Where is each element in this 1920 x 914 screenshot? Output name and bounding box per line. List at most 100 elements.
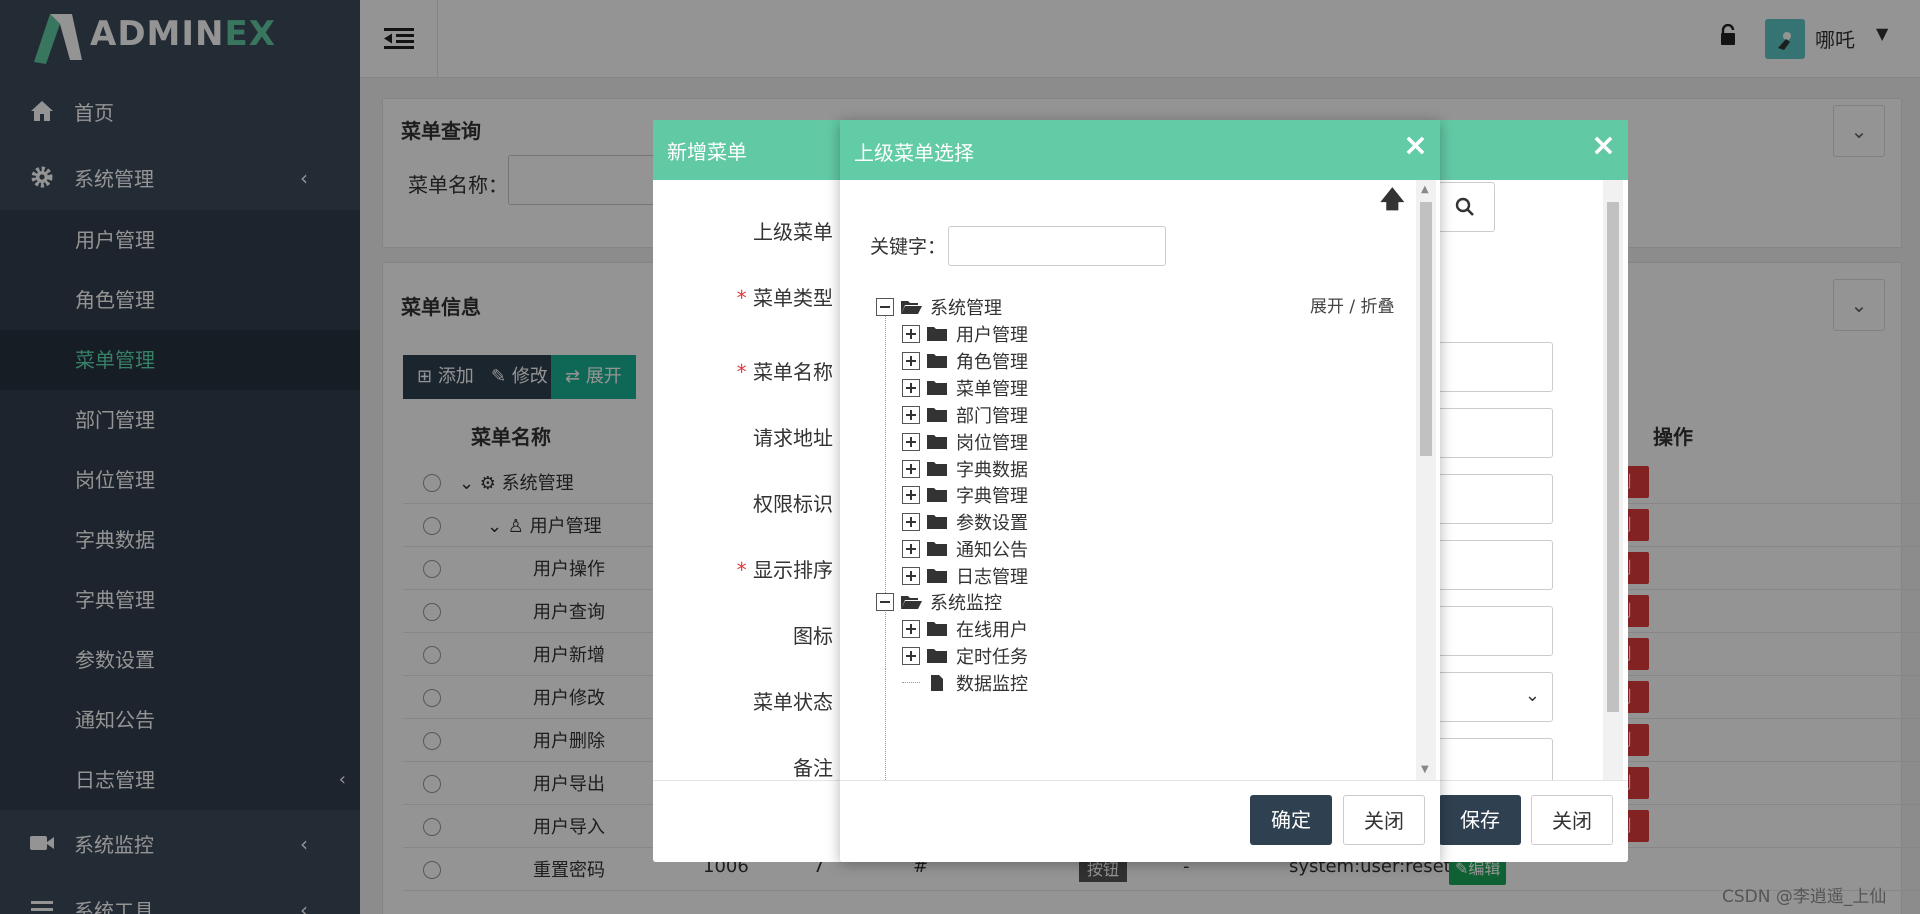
tree-node[interactable]: 参数设置	[902, 508, 1028, 536]
tree-node[interactable]: 菜单管理	[902, 374, 1028, 402]
icon-field[interactable]	[1433, 606, 1553, 656]
keyword-input[interactable]	[948, 226, 1166, 266]
tree-node-label: 系统监控	[930, 593, 1002, 614]
folder-icon	[927, 569, 947, 583]
close-icon[interactable]: ×	[1403, 128, 1428, 163]
tree-node[interactable]: 岗位管理	[902, 428, 1028, 456]
permission-field[interactable]	[1433, 474, 1553, 524]
scroll-up-icon[interactable]: ▲	[1421, 184, 1429, 195]
search-icon	[1455, 197, 1474, 216]
tree-node-label: 数据监控	[956, 674, 1028, 695]
folder-icon	[927, 327, 947, 341]
folder-icon	[927, 622, 947, 636]
folder-icon	[927, 435, 947, 449]
chevron-down-icon: ⌄	[1524, 685, 1540, 706]
folder-icon	[927, 649, 947, 663]
tree-node-label: 部门管理	[956, 406, 1028, 427]
tree-node[interactable]: 字典管理	[902, 481, 1028, 509]
tree-node[interactable]: 在线用户	[902, 615, 1028, 643]
scroll-down-icon[interactable]: ▼	[1421, 764, 1429, 775]
label-menu-name: * 菜单名称	[736, 360, 833, 384]
tree-node-label: 用户管理	[956, 325, 1028, 346]
tree-scrollbar[interactable]: ▲ ▼	[1416, 180, 1436, 780]
tree-node-system[interactable]: 系统管理	[876, 293, 1002, 321]
confirm-button[interactable]: 确定	[1250, 795, 1332, 845]
file-icon	[931, 675, 943, 691]
expand-icon[interactable]	[902, 486, 920, 504]
sort-order-field[interactable]	[1433, 540, 1553, 590]
folder-icon	[927, 542, 947, 556]
tree-node[interactable]: 定时任务	[902, 642, 1028, 670]
tree-node-label: 通知公告	[956, 540, 1028, 561]
tree-node-label: 字典数据	[956, 460, 1028, 481]
tree-node-label: 日志管理	[956, 567, 1028, 588]
tree-node-label: 角色管理	[956, 352, 1028, 373]
close-icon[interactable]: ×	[1591, 128, 1616, 163]
parent-menu-search-button[interactable]	[1435, 182, 1495, 232]
expand-icon[interactable]	[902, 379, 920, 397]
dialog-scrollbar[interactable]	[1603, 180, 1623, 780]
folder-icon	[927, 515, 947, 529]
parent-menu-dialog-footer: 确定 关闭	[840, 780, 1440, 862]
label-sort-order: * 显示排序	[736, 558, 833, 582]
label-remark: 备注	[793, 756, 833, 780]
tree-node[interactable]: 用户管理	[902, 320, 1028, 348]
tree-node[interactable]: 角色管理	[902, 347, 1028, 375]
collapse-icon[interactable]	[876, 298, 894, 316]
request-url-field[interactable]	[1433, 408, 1553, 458]
label-request-url: 请求地址	[753, 426, 833, 450]
label-permission: 权限标识	[753, 492, 833, 516]
tree-node[interactable]: 日志管理	[902, 562, 1028, 590]
tree-node-label: 参数设置	[956, 513, 1028, 534]
tree-node[interactable]: 通知公告	[902, 535, 1028, 563]
keyword-label: 关键字：	[870, 236, 947, 258]
close-button[interactable]: 关闭	[1531, 795, 1613, 845]
folder-icon	[927, 381, 947, 395]
tree-node-monitor[interactable]: 系统监控	[876, 588, 1002, 616]
folder-open-icon	[901, 301, 922, 314]
close-button[interactable]: 关闭	[1343, 795, 1425, 845]
expand-icon[interactable]	[902, 540, 920, 558]
parent-menu-dialog: 上级菜单选择 × 🡅 关键字： 展开 / 折叠 系统管理 用户管理 角色管理 菜…	[840, 120, 1440, 862]
label-menu-type: * 菜单类型	[736, 286, 833, 310]
expand-icon[interactable]	[902, 406, 920, 424]
expand-icon[interactable]	[902, 620, 920, 638]
expand-icon[interactable]	[902, 460, 920, 478]
tree-leaf-connector	[902, 682, 920, 700]
expand-icon[interactable]	[902, 352, 920, 370]
collapse-icon[interactable]	[876, 593, 894, 611]
label-menu-status: 菜单状态	[753, 690, 833, 714]
tree-node[interactable]: 部门管理	[902, 401, 1028, 429]
expand-collapse-toggle[interactable]: 展开 / 折叠	[1310, 292, 1395, 317]
expand-icon[interactable]	[902, 647, 920, 665]
folder-icon	[927, 488, 947, 502]
watermark: CSDN @李逍遥_上仙	[1722, 887, 1887, 907]
folder-icon	[927, 354, 947, 368]
expand-icon[interactable]	[902, 325, 920, 343]
label-parent-menu: 上级菜单	[753, 220, 833, 244]
status-select[interactable]: ⌄	[1433, 672, 1553, 722]
save-button[interactable]: 保存	[1439, 795, 1521, 845]
tree-node-label: 菜单管理	[956, 379, 1028, 400]
tree-node-label: 系统管理	[930, 298, 1002, 319]
label-icon: 图标	[793, 624, 833, 648]
folder-icon	[927, 408, 947, 422]
tree-node[interactable]: 数据监控	[902, 669, 1028, 697]
expand-icon[interactable]	[902, 513, 920, 531]
tree-node[interactable]: 字典数据	[902, 455, 1028, 483]
parent-menu-dialog-header: 上级菜单选择 ×	[840, 120, 1440, 180]
tree-node-label: 定时任务	[956, 647, 1028, 668]
tree-node-label: 在线用户	[956, 620, 1028, 641]
menu-name-field[interactable]	[1433, 342, 1553, 392]
folder-icon	[927, 462, 947, 476]
parent-menu-dialog-body: 🡅 关键字： 展开 / 折叠 系统管理 用户管理 角色管理 菜单管理 部门管理 …	[840, 180, 1440, 780]
arrow-up-icon[interactable]: 🡅	[1380, 182, 1405, 223]
add-menu-dialog-title: 新增菜单	[667, 140, 747, 164]
tree-line	[885, 668, 886, 780]
tree-node-label: 岗位管理	[956, 433, 1028, 454]
expand-icon[interactable]	[902, 567, 920, 585]
folder-open-icon	[901, 596, 922, 609]
expand-icon[interactable]	[902, 433, 920, 451]
tree-node-label: 字典管理	[956, 486, 1028, 507]
parent-menu-dialog-title: 上级菜单选择	[854, 141, 974, 165]
